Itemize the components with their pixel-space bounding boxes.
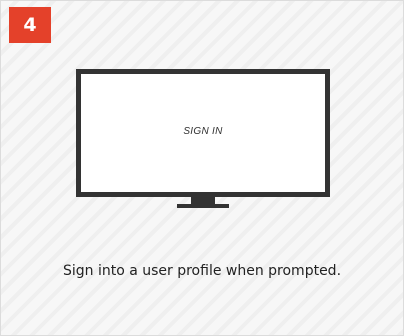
tv-icon: SIGN IN: [76, 69, 330, 209]
instruction-text: Sign into a user profile when prompted.: [62, 263, 342, 279]
tv-stand-neck: [191, 196, 215, 204]
tv-stand-base: [177, 204, 229, 208]
tv-screen: SIGN IN: [76, 69, 330, 197]
step-card: 4 SIGN IN Sign into a user profile when …: [0, 0, 404, 336]
tv-screen-text: SIGN IN: [183, 126, 223, 137]
step-number-badge: 4: [9, 7, 51, 43]
